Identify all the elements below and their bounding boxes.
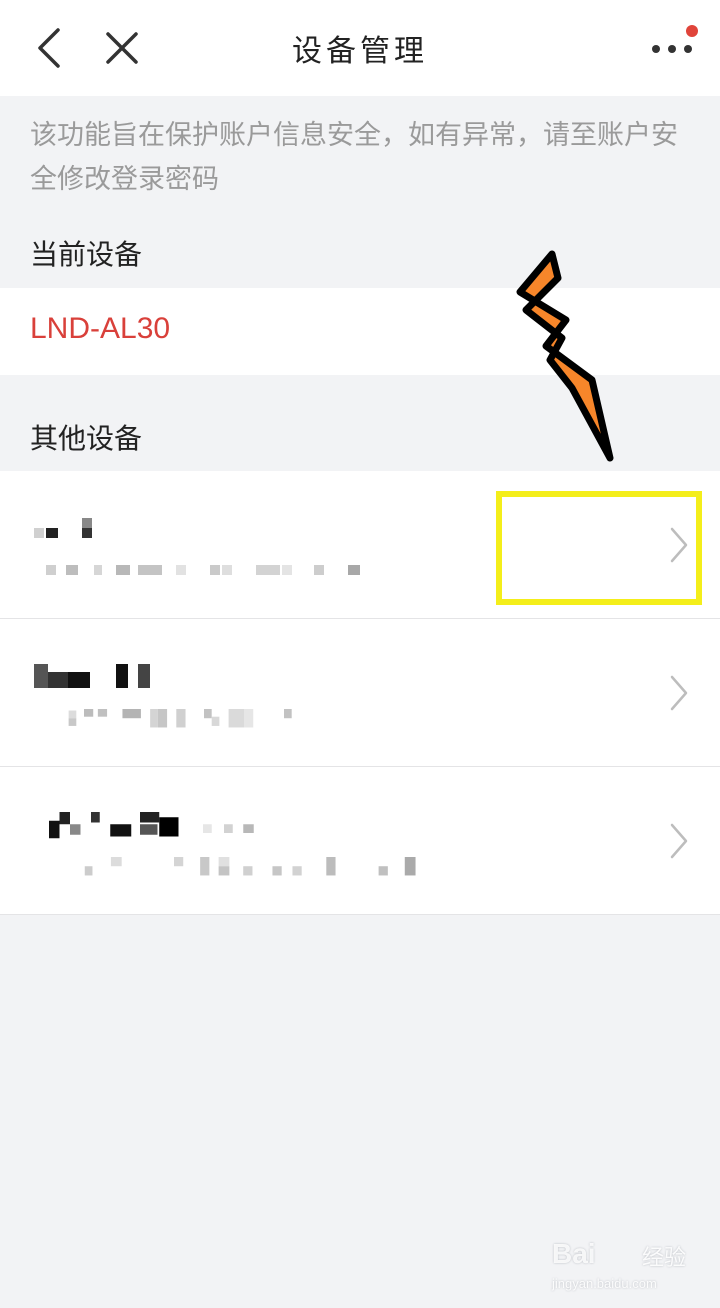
security-notice: 该功能旨在保护账户信息安全，如有异常，请至账户安全修改登录密码 xyxy=(30,120,678,195)
device-row-3[interactable] xyxy=(0,767,720,915)
notification-dot xyxy=(686,25,698,37)
obscured-device-name xyxy=(34,518,92,538)
watermark-brand: Bai xyxy=(552,1238,596,1269)
annotation-highlight-box xyxy=(496,491,702,605)
current-device-name: LND-AL30 xyxy=(30,312,171,345)
other-devices-heading: 其他设备 xyxy=(30,422,143,455)
watermark: Bai 经验 jingyan.baidu.com xyxy=(552,1238,692,1300)
device-row-2[interactable] xyxy=(0,619,720,767)
obscured-device-name xyxy=(34,664,150,688)
obscured-device-detail xyxy=(84,857,416,876)
obscured-device-name xyxy=(49,812,254,839)
top-nav-bar: 设备管理 xyxy=(0,0,720,96)
obscured-device-detail xyxy=(46,565,360,575)
current-device-heading: 当前设备 xyxy=(30,238,143,271)
chevron-right-icon xyxy=(670,675,688,711)
lightning-arrow-annotation xyxy=(516,250,614,462)
obscured-device-detail xyxy=(68,709,292,728)
watermark-url: jingyan.baidu.com xyxy=(552,1276,657,1291)
chevron-right-icon xyxy=(670,823,688,859)
watermark-brand-cn: 经验 xyxy=(642,1246,687,1271)
page-title: 设备管理 xyxy=(292,34,428,69)
